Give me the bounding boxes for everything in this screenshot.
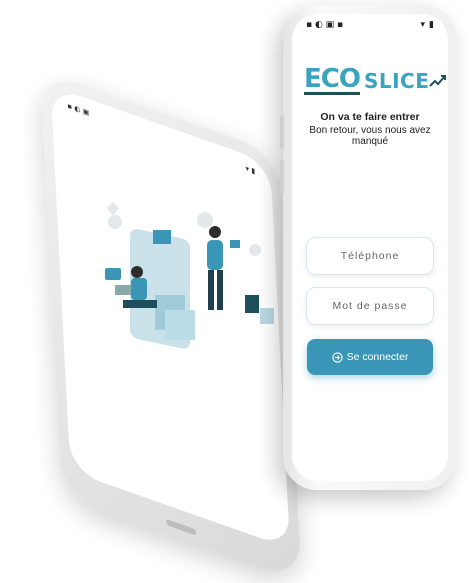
- status-left: ▪ ◐ ▣ ▪: [306, 20, 344, 30]
- woman-body: [207, 240, 223, 270]
- welcome-subtitle: Bon retour, vous nous avez manqué: [309, 125, 431, 147]
- woman-head: [209, 226, 221, 238]
- person-body: [131, 278, 147, 300]
- back-status-left: ▪ ◐ ▣: [67, 101, 90, 118]
- welcome-title: On va te faire entrer: [320, 111, 420, 123]
- login-icon: [331, 351, 343, 363]
- logo-chart-icon: [429, 74, 447, 87]
- bg-heart-icon: [107, 202, 119, 216]
- laptop: [115, 285, 131, 295]
- chat-bubble-icon: [105, 268, 121, 280]
- logo-eco: ECO: [304, 64, 361, 95]
- bg-icon: [108, 215, 122, 229]
- shopping-cart-icon: [153, 230, 171, 244]
- shopping-illustration: [105, 202, 274, 349]
- status-right: ▾ ▮: [421, 20, 434, 30]
- volume-button: [280, 115, 284, 149]
- charging-port: [165, 518, 197, 536]
- app-logo: ECO SLICE: [304, 66, 448, 95]
- woman-leg: [217, 270, 223, 310]
- wifi-icon: ▾: [420, 20, 426, 30]
- shopping-bag: [245, 295, 259, 313]
- person-head: [131, 266, 143, 278]
- battery-icon: ▮: [429, 20, 434, 30]
- phone-input[interactable]: Téléphone: [306, 237, 434, 275]
- login-label: Se connecter: [346, 351, 409, 363]
- login-button[interactable]: Se connecter: [307, 339, 433, 375]
- person-legs: [123, 300, 157, 308]
- password-input[interactable]: Mot de passe: [306, 287, 434, 325]
- location-icon: [249, 244, 261, 256]
- back-status-bar: ▪ ◐ ▣ ▾ ▮: [67, 102, 255, 176]
- woman-leg: [208, 270, 214, 310]
- shopping-bag: [260, 308, 274, 324]
- front-phone: ▪ ◐ ▣ ▪ ▾ ▮ ECO SLICE On va te faire ent…: [280, 5, 457, 490]
- power-button: [280, 160, 284, 194]
- login-screen: ▪ ◐ ▣ ▪ ▾ ▮ ECO SLICE On va te faire ent…: [292, 14, 448, 481]
- box: [165, 310, 195, 340]
- logo-slice: SLICE: [363, 68, 430, 93]
- gear-icon: [197, 212, 213, 228]
- back-status-right: ▾ ▮: [245, 164, 256, 176]
- megaphone-icon: [230, 240, 240, 248]
- status-bar: ▪ ◐ ▣ ▪ ▾ ▮: [292, 14, 448, 36]
